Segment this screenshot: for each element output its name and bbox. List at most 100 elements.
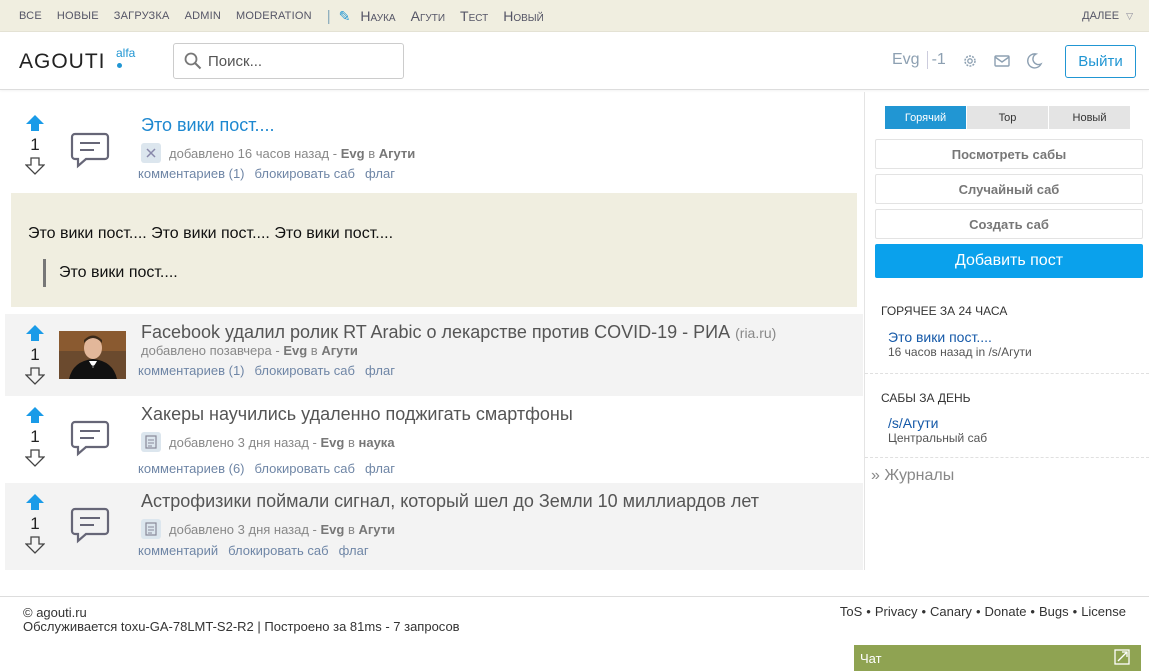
meta-author[interactable]: Evg [321,522,345,537]
post-domain[interactable]: (ria.ru) [735,325,776,341]
upvote-icon[interactable] [25,324,45,342]
post-title[interactable]: Астрофизики поймали сигнал, который шел … [141,491,759,512]
wiki-post-preview: Это вики пост.... Это вики пост.... Это … [11,193,857,307]
block-sub-link[interactable]: блокировать саб [255,461,355,476]
meta-sub[interactable]: наука [359,435,395,450]
block-sub-link[interactable]: блокировать саб [228,543,328,558]
nav-sub-test[interactable]: Тест [460,8,488,24]
meta-time: добавлено 3 дня назад - [169,434,317,450]
logout-button[interactable]: Выйти [1065,45,1136,78]
nav-all[interactable]: Все [19,10,42,22]
downvote-icon[interactable] [25,449,45,467]
upvote-icon[interactable] [25,406,45,424]
top-bar: Все Новые Загрузка Admin Moderation | ✎ … [0,0,1149,32]
post-actions: комментариев (1) блокировать саб флаг [138,363,405,378]
add-post-button[interactable]: Добавить пост [875,244,1143,278]
document-icon [141,432,161,452]
username[interactable]: Evg [892,51,920,69]
downvote-icon[interactable] [25,536,45,554]
logo-dot [117,63,122,68]
mail-icon[interactable] [993,52,1011,70]
block-sub-link[interactable]: блокировать саб [255,363,355,378]
comments-link[interactable]: комментариев (1) [138,166,245,181]
nav-moderation[interactable]: Moderation [236,10,312,22]
post-title-text[interactable]: Facebook удалил ролик RT Arabic о лекарс… [141,322,730,342]
expand-icon[interactable] [1114,649,1130,665]
chat-bar[interactable]: Чат [854,645,1141,671]
tab-new[interactable]: Новый [1049,106,1131,129]
downvote-icon[interactable] [25,157,45,175]
vote-box: 1 [22,324,48,385]
nav-admin[interactable]: Admin [185,10,221,22]
bugs-link[interactable]: Bugs [1039,604,1069,619]
divider [865,457,1149,458]
search-input[interactable] [208,50,393,72]
user-info: Evg -1 [892,51,946,69]
tab-hot[interactable]: Горячий [885,106,967,129]
donate-link[interactable]: Donate [985,604,1027,619]
sub-link[interactable]: /s/Агути [888,415,938,431]
flag-link[interactable]: флаг [339,543,369,558]
sidebar: Горячий Top Новый Посмотреть сабы Случай… [864,92,1149,570]
comment-bubble-icon [70,420,110,457]
create-sub-button[interactable]: Создать саб [875,209,1143,239]
post-item: 1 Астрофизики поймали сигнал, который ше… [5,483,863,570]
post-title[interactable]: Facebook удалил ролик RT Arabic о лекарс… [141,322,776,343]
meta-sub[interactable]: Агути [359,522,396,537]
moon-icon[interactable] [1025,52,1043,70]
meta-in: в [347,434,355,450]
upvote-icon[interactable] [25,114,45,132]
comments-link[interactable]: комментарий [138,543,218,558]
post-actions: комментарий блокировать саб флаг [138,543,379,558]
meta-time: добавлено позавчера - [141,343,280,358]
comments-link[interactable]: комментариев (1) [138,363,245,378]
nav-sub-science[interactable]: Наука [360,8,395,24]
nav-sub-agouti[interactable]: Агути [411,8,445,24]
meta-author[interactable]: Evg [321,435,345,450]
top-nav: Все Новые Загрузка Admin Moderation | ✎ … [19,0,559,32]
hot-post-link[interactable]: Это вики пост.... [888,329,992,345]
karma: -1 [926,51,946,69]
vote-count: 1 [30,135,40,154]
meta-author[interactable]: Evg [283,343,307,358]
footer-links: ToS • Privacy • Canary • Donate • Bugs • License [839,604,1126,619]
post-actions: комментариев (1) блокировать саб флаг [138,166,405,181]
post-meta: добавлено 3 дня назад - Evg в наука [141,432,395,452]
flag-link[interactable]: флаг [365,166,395,181]
nav-new[interactable]: Новые [57,10,99,22]
nav-sub-new[interactable]: Новый [503,8,544,24]
nav-upload[interactable]: Загрузка [114,10,170,22]
view-subs-button[interactable]: Посмотреть сабы [875,139,1143,169]
comments-link[interactable]: комментариев (6) [138,461,245,476]
post-meta: добавлено 3 дня назад - Evg в Агути [141,519,395,539]
meta-sub[interactable]: Агути [321,343,358,358]
tab-top[interactable]: Top [967,106,1049,129]
journals-link[interactable]: » Журналы [871,467,954,485]
meta-author[interactable]: Evg [341,146,365,161]
meta-time: добавлено 16 часов назад - [169,145,338,161]
gear-icon[interactable] [961,52,979,70]
post-title[interactable]: Хакеры научились удаленно поджигать смар… [141,404,573,425]
post-thumbnail[interactable] [59,331,126,379]
post-title[interactable]: Это вики пост.... [141,115,275,136]
flag-link[interactable]: флаг [365,461,395,476]
privacy-link[interactable]: Privacy [875,604,918,619]
more-menu[interactable]: Далее ▽ [1082,0,1133,32]
pencil-icon[interactable]: ✎ [339,8,351,25]
license-link[interactable]: License [1081,604,1126,619]
meta-in: в [310,343,318,358]
block-sub-link[interactable]: блокировать саб [255,166,355,181]
tos-link[interactable]: ToS [840,604,862,619]
flag-link[interactable]: флаг [365,363,395,378]
downvote-icon[interactable] [25,367,45,385]
vote-count: 1 [30,427,40,446]
comment-bubble-icon [70,132,110,169]
vote-count: 1 [30,514,40,533]
copyright: © agouti.ru [23,605,87,620]
random-sub-button[interactable]: Случайный саб [875,174,1143,204]
canary-link[interactable]: Canary [930,604,972,619]
upvote-icon[interactable] [25,493,45,511]
logo[interactable]: AGOUTI [19,50,106,74]
meta-sub[interactable]: Агути [379,146,416,161]
sub-description: Центральный саб [888,431,988,445]
